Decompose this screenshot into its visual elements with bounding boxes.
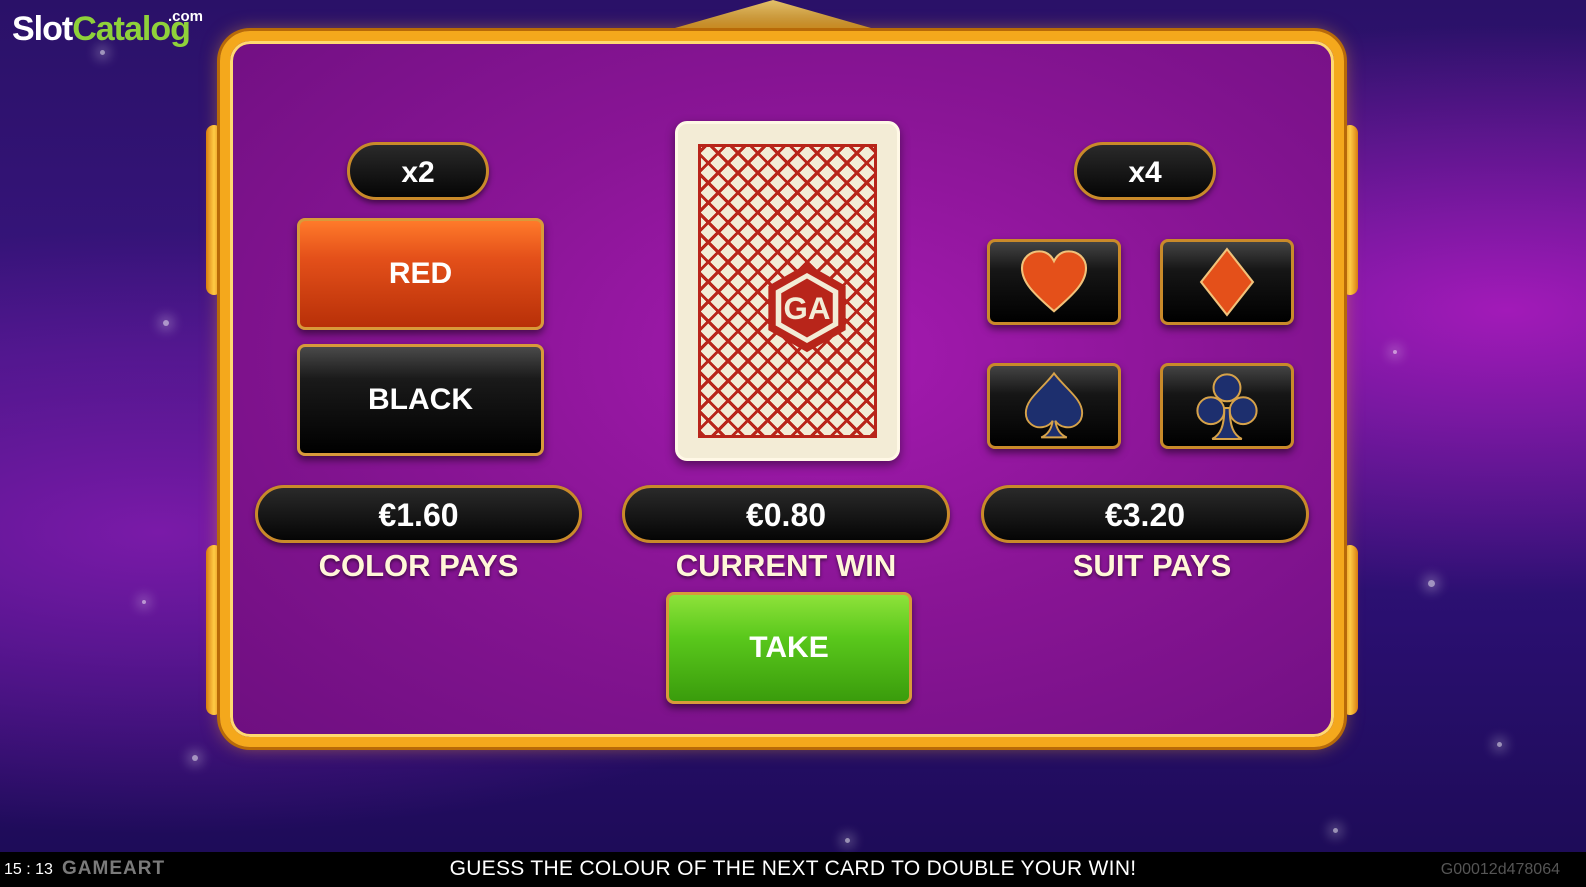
frame-side-tab-right-bottom bbox=[1342, 545, 1358, 715]
sparkle bbox=[142, 600, 146, 604]
status-bar: 15 : 13 GAMEART GUESS THE COLOUR OF THE … bbox=[0, 852, 1586, 887]
slotcatalog-logo: SlotCatalog .com bbox=[12, 8, 203, 49]
frame-side-tab-right-top bbox=[1342, 125, 1358, 295]
sparkle bbox=[845, 838, 850, 843]
sparkle bbox=[192, 755, 198, 761]
club-icon bbox=[1196, 373, 1258, 440]
logo-text-com: .com bbox=[168, 8, 204, 25]
diamond-icon bbox=[1199, 247, 1255, 317]
mystery-card: GA bbox=[675, 121, 900, 461]
color-pays-label: COLOR PAYS bbox=[318, 548, 519, 583]
logo-text-slot: Slot bbox=[12, 10, 73, 48]
sparkle bbox=[1428, 580, 1435, 587]
gameart-logo-icon: GA bbox=[768, 263, 846, 353]
heart-icon bbox=[1020, 250, 1088, 313]
spade-icon bbox=[1024, 371, 1084, 439]
color-pays-amount: €1.60 bbox=[255, 485, 582, 543]
game-id: G00012d478064 bbox=[1440, 861, 1560, 878]
suit-pays-amount: €3.20 bbox=[981, 485, 1309, 543]
diamond-suit-button[interactable] bbox=[1160, 239, 1294, 325]
suit-pays-label: SUIT PAYS bbox=[1072, 548, 1232, 583]
suit-multiplier-badge: x4 bbox=[1074, 142, 1216, 200]
black-button[interactable]: BLACK bbox=[297, 344, 544, 456]
current-win-label: CURRENT WIN bbox=[675, 548, 897, 583]
color-multiplier-badge: x2 bbox=[347, 142, 489, 200]
instruction-message: GUESS THE COLOUR OF THE NEXT CARD TO DOU… bbox=[449, 857, 1137, 880]
card-back-pattern: GA bbox=[698, 144, 877, 438]
take-button[interactable]: TAKE bbox=[666, 592, 912, 704]
sparkle bbox=[1497, 742, 1502, 747]
sparkle bbox=[1393, 350, 1397, 354]
card-logo-text: GA bbox=[784, 291, 831, 326]
sparkle bbox=[163, 320, 169, 326]
red-button[interactable]: RED bbox=[297, 218, 544, 330]
sparkle bbox=[100, 50, 105, 55]
current-win-amount: €0.80 bbox=[622, 485, 950, 543]
heart-suit-button[interactable] bbox=[987, 239, 1121, 325]
club-suit-button[interactable] bbox=[1160, 363, 1294, 449]
sparkle bbox=[1333, 828, 1338, 833]
game-title-ornament bbox=[668, 0, 878, 30]
spade-suit-button[interactable] bbox=[987, 363, 1121, 449]
